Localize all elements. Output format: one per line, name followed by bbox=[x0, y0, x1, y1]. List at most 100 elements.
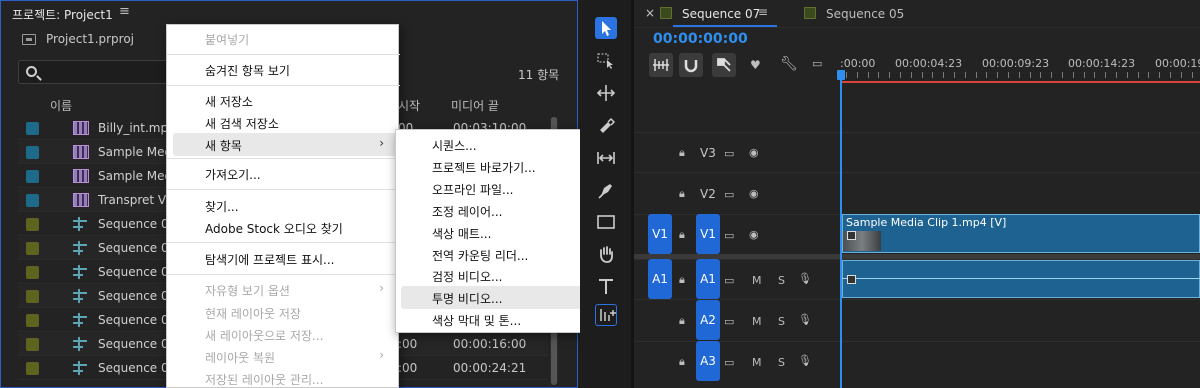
menu-item-find[interactable]: 찾기... bbox=[205, 198, 239, 215]
playhead-handle[interactable] bbox=[837, 70, 845, 80]
tab-menu-icon[interactable]: ≡ bbox=[758, 5, 768, 19]
hand-tool-icon[interactable] bbox=[595, 243, 617, 265]
solo-button[interactable]: S bbox=[778, 274, 785, 287]
track-target-a1[interactable]: A1 bbox=[696, 259, 720, 299]
microphone-icon[interactable]: 🎙︎ bbox=[798, 272, 812, 285]
submenu-item-bars-and-tone[interactable]: 색상 막대 및 톤... bbox=[432, 312, 521, 329]
eye-icon[interactable]: ◉ bbox=[749, 228, 759, 241]
submenu-item-color-matte[interactable]: 색상 매트... bbox=[432, 225, 491, 242]
column-header-end[interactable]: 미디어 끝 bbox=[451, 97, 499, 114]
selection-tool-icon[interactable] bbox=[595, 17, 617, 39]
linked-selection-button[interactable] bbox=[712, 53, 736, 77]
label-color-swatch[interactable] bbox=[26, 242, 39, 255]
ruler-label: :00:00 bbox=[840, 57, 876, 70]
type-tool-icon[interactable] bbox=[595, 275, 617, 297]
submenu-item-black-video[interactable]: 검정 비디오... bbox=[432, 268, 502, 285]
menu-item-new-search-bin[interactable]: 새 검색 저장소 bbox=[205, 115, 279, 132]
mute-button[interactable]: M bbox=[752, 356, 762, 369]
label-color-swatch[interactable] bbox=[26, 290, 39, 303]
lock-icon[interactable]: 🔒︎ bbox=[679, 273, 685, 287]
lock-icon[interactable]: 🔒︎ bbox=[679, 228, 685, 242]
ruler-tick bbox=[1084, 72, 1085, 78]
playhead-timecode[interactable]: 00:00:00:00 bbox=[653, 31, 748, 47]
wrench-icon[interactable]: 🔧︎ bbox=[780, 56, 798, 72]
razor-tool-icon[interactable] bbox=[595, 115, 617, 137]
menu-item-show-hidden[interactable]: 숨겨진 항목 보기 bbox=[205, 62, 290, 79]
playhead[interactable] bbox=[840, 70, 842, 388]
sync-lock-icon[interactable]: ▭ bbox=[724, 274, 734, 287]
column-header-name[interactable]: 이름 bbox=[50, 97, 72, 114]
submenu-item-adjustment-layer[interactable]: 조정 레이어... bbox=[432, 203, 502, 220]
hamburger-icon[interactable]: ≡ bbox=[119, 4, 130, 19]
sync-lock-icon[interactable]: ▭ bbox=[724, 147, 734, 160]
sync-lock-icon[interactable]: ▭ bbox=[724, 356, 734, 369]
captions-icon[interactable]: ▭ bbox=[812, 57, 822, 70]
menu-item-restore-layout[interactable]: 레이아웃 복원 bbox=[205, 349, 275, 366]
menu-item-adobe-stock-audio[interactable]: Adobe Stock 오디오 찾기 bbox=[205, 220, 343, 237]
label-color-swatch[interactable] bbox=[26, 122, 39, 135]
label-color-swatch[interactable] bbox=[26, 314, 39, 327]
rectangle-tool-icon[interactable] bbox=[595, 211, 617, 233]
source-patch-v1[interactable]: V1 bbox=[648, 214, 672, 254]
microphone-icon[interactable]: 🎙︎ bbox=[798, 313, 812, 326]
menu-item-new-item[interactable]: 새 항목 bbox=[205, 137, 242, 154]
marker-icon[interactable]: ♥ bbox=[750, 58, 761, 72]
remix-tool-icon[interactable] bbox=[595, 304, 617, 326]
column-header-start[interactable]: 시작 bbox=[398, 97, 420, 114]
ripple-edit-tool-icon[interactable] bbox=[595, 82, 617, 104]
label-color-swatch[interactable] bbox=[26, 218, 39, 231]
slip-tool-icon[interactable] bbox=[595, 147, 617, 169]
lock-icon[interactable]: 🔒︎ bbox=[679, 314, 685, 328]
solo-button[interactable]: S bbox=[778, 356, 785, 369]
solo-button[interactable]: S bbox=[778, 315, 785, 328]
submenu-item-offline-file[interactable]: 오프라인 파일... bbox=[432, 181, 514, 198]
submenu-item-counting-leader[interactable]: 전역 카운팅 리더... bbox=[432, 247, 528, 264]
eye-icon[interactable]: ◉ bbox=[749, 146, 759, 159]
track-select-tool-icon[interactable] bbox=[595, 49, 617, 71]
source-patch-a1[interactable]: A1 bbox=[648, 259, 672, 299]
menu-item-import[interactable]: 가져오기... bbox=[205, 166, 261, 183]
time-ruler[interactable]: :00:00 00:00:04:23 00:00:09:23 00:00:14:… bbox=[840, 52, 1200, 82]
menu-item-paste[interactable]: 붙여넣기 bbox=[205, 31, 249, 48]
menu-item-new-bin[interactable]: 새 저장소 bbox=[205, 93, 253, 110]
lock-icon[interactable]: 🔒︎ bbox=[679, 146, 685, 160]
insert-sequence-nest-button[interactable] bbox=[649, 53, 673, 77]
label-color-swatch[interactable] bbox=[26, 266, 39, 279]
close-tab-icon[interactable]: × bbox=[645, 6, 655, 20]
menu-item-manage-layouts[interactable]: 저장된 레이아웃 관리... bbox=[205, 371, 323, 388]
mute-button[interactable]: M bbox=[752, 315, 762, 328]
submenu-item-transparent-video[interactable]: 투명 비디오... bbox=[432, 290, 502, 307]
track-v3 bbox=[634, 132, 1200, 172]
track-target-a3[interactable]: A3 bbox=[696, 341, 720, 381]
label-color-swatch[interactable] bbox=[26, 194, 39, 207]
lock-icon[interactable]: 🔒︎ bbox=[679, 187, 685, 201]
track-target-v1[interactable]: V1 bbox=[696, 214, 720, 254]
mute-button[interactable]: M bbox=[752, 274, 762, 287]
track-target-a2[interactable]: A2 bbox=[696, 300, 720, 340]
submenu-item-sequence[interactable]: 시퀀스... bbox=[432, 137, 477, 154]
ruler-tick bbox=[857, 72, 858, 78]
submenu-item-shortcut[interactable]: 프로젝트 바로가기... bbox=[432, 159, 536, 176]
snap-button[interactable] bbox=[679, 53, 703, 77]
label-color-swatch[interactable] bbox=[26, 338, 39, 351]
lock-icon[interactable]: 🔒︎ bbox=[679, 355, 685, 369]
chevron-right-icon: › bbox=[379, 136, 384, 150]
label-color-swatch[interactable] bbox=[26, 146, 39, 159]
audio-volume-line[interactable] bbox=[842, 278, 1200, 279]
tab-sequence-05[interactable]: Sequence 05 bbox=[826, 7, 904, 21]
label-color-swatch[interactable] bbox=[26, 170, 39, 183]
tab-sequence-07[interactable]: Sequence 07 bbox=[682, 7, 760, 21]
menu-item-save-as-new-layout[interactable]: 새 레이아웃으로 저장... bbox=[205, 327, 323, 344]
audio-clip[interactable] bbox=[842, 260, 1200, 298]
menu-item-reveal-in-explorer[interactable]: 탐색기에 프로젝트 표시... bbox=[205, 251, 334, 268]
menu-item-freeform-options[interactable]: 자유형 보기 옵션 bbox=[205, 282, 290, 299]
label-color-swatch[interactable] bbox=[26, 362, 39, 375]
menu-item-save-layout[interactable]: 현재 레이아웃 저장 bbox=[205, 305, 301, 322]
pen-tool-icon[interactable] bbox=[595, 179, 617, 201]
sync-lock-icon[interactable]: ▭ bbox=[724, 315, 734, 328]
sync-lock-icon[interactable]: ▭ bbox=[724, 229, 734, 242]
search-input[interactable] bbox=[18, 60, 178, 84]
sync-lock-icon[interactable]: ▭ bbox=[724, 188, 734, 201]
eye-icon[interactable]: ◉ bbox=[749, 187, 759, 200]
microphone-icon[interactable]: 🎙︎ bbox=[798, 354, 812, 367]
